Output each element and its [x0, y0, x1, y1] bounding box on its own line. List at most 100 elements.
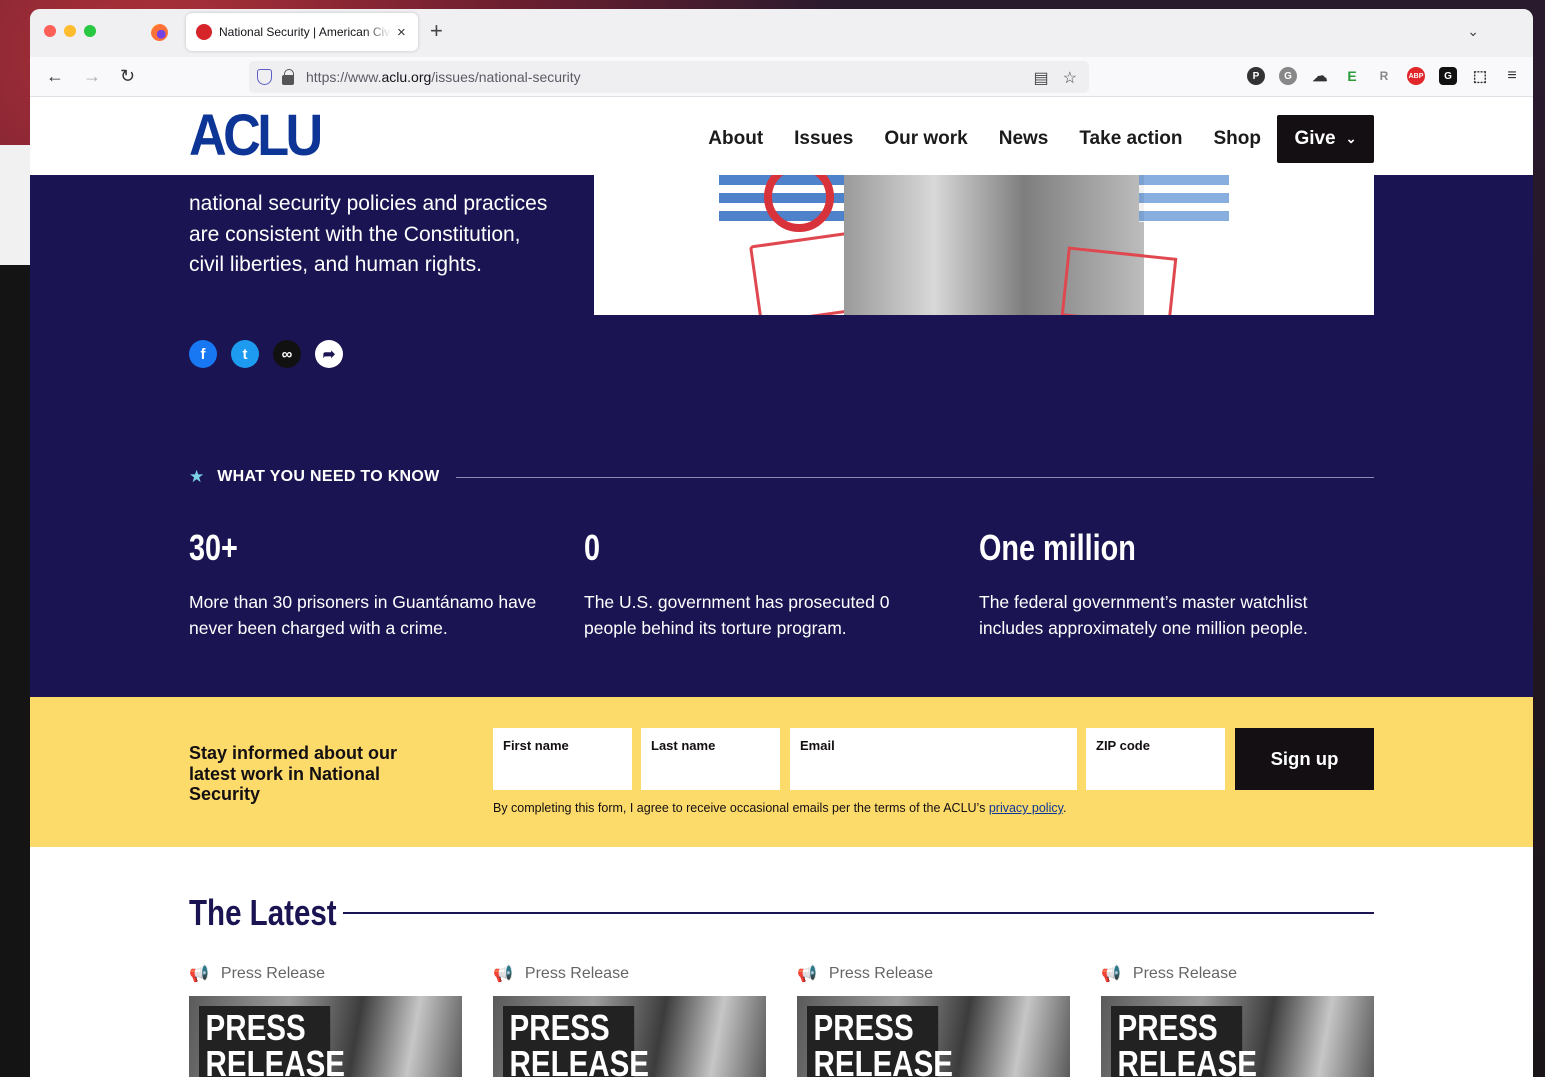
- press-release-graphic-text: PRESS RELEASE: [503, 1006, 649, 1077]
- card-image[interactable]: PRESS RELEASE: [1101, 996, 1374, 1077]
- nav-take-action[interactable]: Take action: [1079, 128, 1182, 150]
- minimize-window-button[interactable]: [64, 25, 76, 37]
- lock-icon[interactable]: [282, 68, 294, 85]
- extensions-puzzle-icon[interactable]: ⬚: [1471, 67, 1489, 85]
- press-release-graphic-text: PRESS RELEASE: [1111, 1006, 1257, 1077]
- list-all-tabs-icon[interactable]: ⌄: [1467, 23, 1479, 40]
- bookmark-star-icon[interactable]: ☆: [1063, 68, 1077, 88]
- latest-card[interactable]: 📢 Press Release PRESS RELEASE: [797, 964, 1070, 1077]
- nav-shop[interactable]: Shop: [1214, 128, 1262, 150]
- aclu-favicon-icon: [196, 24, 212, 40]
- background-window: [0, 145, 30, 265]
- email-field[interactable]: Email: [790, 728, 1077, 790]
- megaphone-icon: 📢: [189, 966, 209, 983]
- firefox-view-icon[interactable]: [151, 24, 168, 41]
- what-you-need-to-know-heading: ★ WHAT YOU NEED TO KNOW: [189, 467, 1374, 487]
- intro-text: national security policies and practices…: [189, 192, 548, 276]
- latest-card[interactable]: 📢 Press Release PRESS RELEASE: [189, 964, 462, 1077]
- signup-disclaimer: By completing this form, I agree to rece…: [493, 801, 1066, 815]
- card-image[interactable]: PRESS RELEASE: [189, 996, 462, 1077]
- stat-description: The U.S. government has prosecuted 0 peo…: [584, 592, 890, 638]
- know-label: WHAT YOU NEED TO KNOW: [217, 468, 440, 485]
- share-icon[interactable]: ➦: [315, 340, 343, 368]
- url-text[interactable]: https://www.aclu.org/issues/national-sec…: [306, 69, 581, 85]
- card-type-label: Press Release: [1132, 965, 1237, 982]
- card-type-label: Press Release: [220, 965, 325, 982]
- sign-up-button[interactable]: Sign up: [1235, 728, 1374, 790]
- extension-grammarly-icon[interactable]: G: [1279, 67, 1297, 85]
- close-window-button[interactable]: [44, 25, 56, 37]
- aclu-logo[interactable]: ACLU: [189, 107, 323, 165]
- nav-news[interactable]: News: [999, 128, 1049, 150]
- tracking-protection-icon[interactable]: [257, 69, 272, 85]
- stat-item: One million The federal government’s mas…: [979, 527, 1374, 641]
- stat-number: One million: [979, 527, 1136, 568]
- latest-title: The Latest: [189, 892, 337, 933]
- extension-rb-icon[interactable]: R: [1375, 67, 1393, 85]
- extension-e-icon[interactable]: E: [1343, 67, 1361, 85]
- tab-close-icon[interactable]: ×: [397, 24, 406, 41]
- first-name-label: First name: [503, 738, 569, 753]
- zip-code-label: ZIP code: [1096, 738, 1150, 753]
- tab-active[interactable]: National Security | American Civil Liber…: [186, 13, 418, 51]
- share-icons: f t ∞ ➦: [189, 340, 343, 368]
- card-type-label: Press Release: [524, 965, 629, 982]
- stat-item: 0 The U.S. government has prosecuted 0 p…: [584, 527, 979, 641]
- stat-number: 0: [584, 527, 601, 568]
- stat-number: 30+: [189, 527, 238, 568]
- signup-title: Stay informed about our latest work in N…: [189, 743, 398, 804]
- give-button[interactable]: Give ⌄: [1277, 115, 1374, 163]
- stat-description: More than 30 prisoners in Guantánamo hav…: [189, 592, 537, 638]
- extension-square-icon[interactable]: G: [1439, 67, 1457, 85]
- new-tab-button[interactable]: +: [430, 20, 443, 42]
- reload-button[interactable]: ↻: [120, 66, 135, 86]
- chevron-down-icon: ⌄: [1345, 131, 1357, 146]
- stats-row: 30+ More than 30 prisoners in Guantánamo…: [189, 527, 1374, 641]
- latest-card[interactable]: 📢 Press Release PRESS RELEASE: [493, 964, 766, 1077]
- extension-abp-icon[interactable]: ABP: [1407, 67, 1425, 85]
- email-label: Email: [800, 738, 835, 753]
- twitter-icon[interactable]: t: [231, 340, 259, 368]
- latest-cards: 📢 Press Release PRESS RELEASE 📢 Press Rele…: [189, 964, 1374, 1077]
- nav-our-work[interactable]: Our work: [884, 128, 967, 150]
- main-nav: About Issues Our work News Take action S…: [677, 115, 1374, 163]
- link-icon[interactable]: ∞: [273, 340, 301, 368]
- privacy-policy-link[interactable]: privacy policy: [989, 801, 1063, 815]
- url-bar[interactable]: https://www.aclu.org/issues/national-sec…: [249, 61, 1089, 93]
- press-release-graphic-text: PRESS RELEASE: [199, 1006, 345, 1077]
- back-button[interactable]: ←: [46, 66, 64, 86]
- divider: [455, 476, 1374, 478]
- card-image[interactable]: PRESS RELEASE: [493, 996, 766, 1077]
- forward-button[interactable]: →: [83, 66, 101, 86]
- nav-issues[interactable]: Issues: [794, 128, 853, 150]
- zip-code-field[interactable]: ZIP code: [1086, 728, 1225, 790]
- zoom-window-button[interactable]: [84, 25, 96, 37]
- hero-image: [594, 157, 1374, 315]
- menu-hamburger-icon[interactable]: ≡: [1503, 67, 1521, 85]
- extension-p-icon[interactable]: P: [1247, 67, 1265, 85]
- card-image[interactable]: PRESS RELEASE: [797, 996, 1070, 1077]
- reader-view-icon[interactable]: ▤: [1034, 68, 1049, 88]
- navigation-bar: ← → ↻ https://www.aclu.org/issues/nation…: [30, 57, 1533, 97]
- facebook-icon[interactable]: f: [189, 340, 217, 368]
- last-name-field[interactable]: Last name: [641, 728, 780, 790]
- extension-cloud-icon[interactable]: ☁: [1311, 67, 1329, 85]
- latest-heading: The Latest: [189, 892, 1374, 934]
- card-type-label: Press Release: [828, 965, 933, 982]
- newsletter-signup: Stay informed about our latest work in N…: [30, 697, 1533, 847]
- first-name-field[interactable]: First name: [493, 728, 632, 790]
- divider: [343, 912, 1374, 914]
- megaphone-icon: 📢: [1101, 966, 1121, 983]
- stat-item: 30+ More than 30 prisoners in Guantánamo…: [189, 527, 584, 641]
- site-header: ACLU About Issues Our work News Take act…: [30, 97, 1533, 175]
- nav-about[interactable]: About: [708, 128, 763, 150]
- background-window: [0, 265, 30, 1077]
- latest-card[interactable]: 📢 Press Release PRESS RELEASE: [1101, 964, 1374, 1077]
- press-release-graphic-text: PRESS RELEASE: [807, 1006, 953, 1077]
- browser-window: National Security | American Civil Liber…: [30, 9, 1533, 1077]
- window-controls: [44, 25, 96, 37]
- tab-title: National Security | American Civil Liber…: [219, 25, 391, 39]
- give-label: Give: [1294, 128, 1336, 149]
- disclaimer-period: .: [1062, 801, 1067, 815]
- stat-description: The federal government’s master watchlis…: [979, 592, 1308, 638]
